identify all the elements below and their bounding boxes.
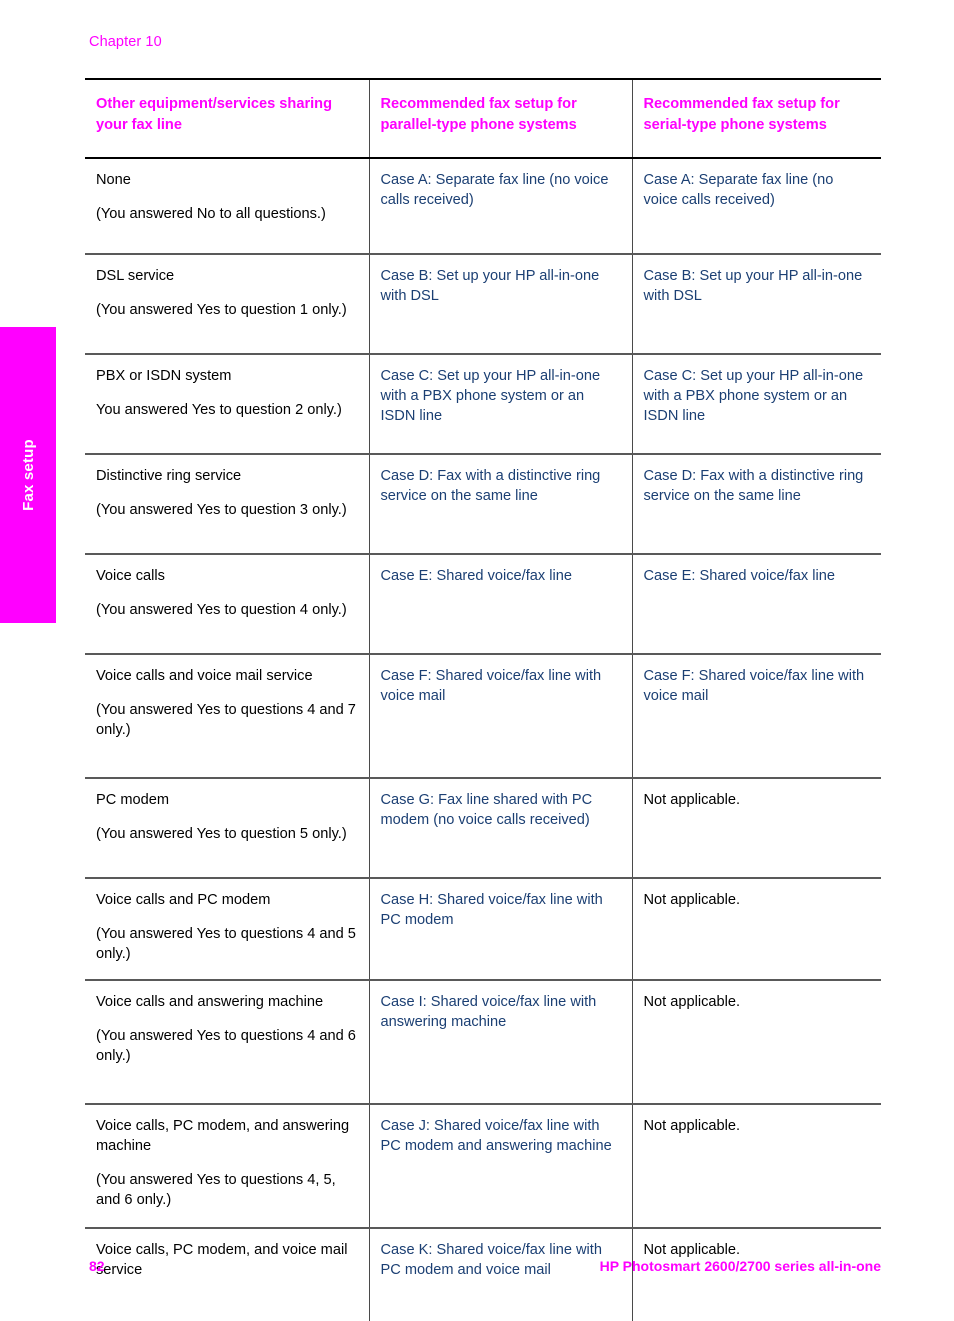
serial-not-applicable: Not applicable.	[643, 892, 741, 909]
cell-parallel-recommendation[interactable]: Case H: Shared voice/fax line with PC mo…	[368, 878, 632, 981]
equipment-qualifier: (You answered Yes to question 4 only.)	[96, 602, 347, 619]
parallel-case-link[interactable]: Case E: Shared voice/fax line	[381, 567, 620, 587]
serial-case-link[interactable]: Case F: Shared voice/fax line with voice…	[644, 667, 870, 707]
cell-parallel-recommendation[interactable]: Case J: Shared voice/fax line with PC mo…	[368, 1103, 632, 1229]
column-header-equipment: Other equipment/services sharing your fa…	[85, 77, 369, 160]
footer-page-number: 82	[89, 1258, 105, 1274]
parallel-case-link[interactable]: Case I: Shared voice/fax line with answe…	[381, 993, 620, 1033]
side-tab-fax-setup: Fax setup	[0, 327, 56, 623]
cell-equipment: PC modem (You answered Yes to question 5 …	[85, 778, 369, 880]
cell-parallel-recommendation[interactable]: Case K: Shared voice/fax line with PC mo…	[368, 1227, 632, 1321]
cell-parallel-recommendation[interactable]: Case C: Set up your HP all-in-one with a…	[368, 354, 632, 456]
cell-parallel-recommendation[interactable]: Case A: Separate fax line (no voice call…	[368, 158, 632, 256]
serial-case-link[interactable]: Case A: Separate fax line (no voice call…	[644, 171, 870, 211]
parallel-case-link[interactable]: Case J: Shared voice/fax line with PC mo…	[381, 1117, 620, 1157]
table-row: Voice calls and answering machine (You an…	[85, 979, 881, 1105]
table-row: Voice calls, PC modem, and answering mac…	[85, 1103, 881, 1229]
table-row: DSL service (You answered Yes to question…	[85, 254, 881, 356]
parallel-case-link[interactable]: Case C: Set up your HP all-in-one with a…	[381, 367, 620, 427]
equipment-qualifier: You answered Yes to question 2 only.)	[96, 402, 342, 419]
equipment-name: Voice calls and voice mail service	[96, 668, 313, 685]
cell-equipment: None (You answered No to all questions.)	[85, 158, 369, 256]
serial-case-link[interactable]: Case B: Set up your HP all-in-one with D…	[644, 267, 870, 307]
parallel-case-link[interactable]: Case A: Separate fax line (no voice call…	[381, 171, 620, 211]
cell-serial-recommendation[interactable]: Case F: Shared voice/fax line with voice…	[631, 654, 881, 780]
table-row: None (You answered No to all questions.) C…	[85, 158, 881, 256]
serial-not-applicable: Not applicable.	[643, 993, 741, 1010]
equipment-name: DSL service	[96, 268, 175, 285]
equipment-name: None	[96, 172, 131, 189]
cell-parallel-recommendation[interactable]: Case B: Set up your HP all-in-one with D…	[368, 254, 632, 356]
parallel-case-link[interactable]: Case H: Shared voice/fax line with PC mo…	[381, 891, 620, 931]
cell-equipment: Voice calls and voice mail service (You a…	[85, 654, 369, 780]
cell-parallel-recommendation[interactable]: Case D: Fax with a distinctive ring serv…	[368, 454, 632, 556]
cell-serial-recommendation: Not applicable.	[631, 778, 881, 880]
cell-serial-recommendation[interactable]: Case E: Shared voice/fax line	[631, 554, 881, 656]
equipment-qualifier: (You answered Yes to questions 4, 5, and…	[96, 1171, 336, 1208]
equipment-name: PBX or ISDN system	[96, 368, 232, 385]
footer-product-name: HP Photosmart 2600/2700 series all-in-on…	[599, 1258, 881, 1274]
cell-serial-recommendation: Not applicable.	[631, 878, 881, 981]
cell-equipment: PBX or ISDN system You answered Yes to qu…	[85, 354, 369, 456]
equipment-qualifier: (You answered Yes to question 3 only.)	[96, 502, 347, 519]
cell-equipment: Voice calls (You answered Yes to question…	[85, 554, 369, 656]
equipment-qualifier: (You answered No to all questions.)	[96, 206, 326, 223]
cell-equipment: Voice calls and PC modem (You answered Ye…	[85, 878, 369, 981]
cell-serial-recommendation: Not applicable.	[631, 979, 881, 1105]
cell-equipment: Distinctive ring service (You answered Ye…	[85, 454, 369, 556]
equipment-qualifier: (You answered Yes to questions 4 and 6 o…	[96, 1027, 356, 1064]
table-row: PC modem (You answered Yes to question 5 …	[85, 778, 881, 880]
parallel-case-link[interactable]: Case D: Fax with a distinctive ring serv…	[381, 467, 620, 507]
equipment-name: Voice calls, PC modem, and voice mail se…	[96, 1241, 348, 1278]
table-row: Voice calls, PC modem, and voice mail se…	[85, 1227, 881, 1321]
table-row: Distinctive ring service (You answered Ye…	[85, 454, 881, 556]
table-row: Voice calls and voice mail service (You a…	[85, 654, 881, 780]
fax-setup-table: Other equipment/services sharing your fa…	[85, 77, 881, 1321]
equipment-qualifier: (You answered Yes to questions 4 and 7 o…	[96, 702, 356, 739]
serial-not-applicable: Not applicable.	[643, 1117, 741, 1134]
cell-equipment: DSL service (You answered Yes to question…	[85, 254, 369, 356]
document-page: Chapter 10 Fax setup Other equipment/ser…	[0, 0, 954, 1321]
column-header-serial: Recommended fax setup for serial-type ph…	[631, 77, 881, 160]
cell-equipment: Voice calls, PC modem, and voice mail se…	[85, 1227, 369, 1321]
table-header-row: Other equipment/services sharing your fa…	[85, 77, 881, 160]
side-tab-label: Fax setup	[19, 439, 37, 511]
parallel-case-link[interactable]: Case F: Shared voice/fax line with voice…	[381, 667, 620, 707]
column-header-parallel: Recommended fax setup for parallel-type …	[368, 77, 632, 160]
equipment-qualifier: (You answered Yes to question 1 only.)	[96, 302, 347, 319]
serial-case-link[interactable]: Case E: Shared voice/fax line	[644, 567, 870, 587]
serial-case-link[interactable]: Case C: Set up your HP all-in-one with a…	[644, 367, 870, 427]
equipment-name: Voice calls	[96, 568, 165, 585]
cell-serial-recommendation[interactable]: Case A: Separate fax line (no voice call…	[631, 158, 881, 256]
equipment-qualifier: (You answered Yes to question 5 only.)	[96, 826, 347, 843]
cell-parallel-recommendation[interactable]: Case F: Shared voice/fax line with voice…	[368, 654, 632, 780]
cell-serial-recommendation: Not applicable.	[631, 1103, 881, 1229]
equipment-name: Distinctive ring service	[96, 468, 242, 485]
cell-serial-recommendation[interactable]: Case D: Fax with a distinctive ring serv…	[631, 454, 881, 556]
cell-parallel-recommendation[interactable]: Case E: Shared voice/fax line	[368, 554, 632, 656]
table-row: Voice calls and PC modem (You answered Ye…	[85, 878, 881, 981]
table-row: Voice calls (You answered Yes to question…	[85, 554, 881, 656]
cell-parallel-recommendation[interactable]: Case I: Shared voice/fax line with answe…	[368, 979, 632, 1105]
chapter-label: Chapter 10	[89, 34, 162, 50]
parallel-case-link[interactable]: Case B: Set up your HP all-in-one with D…	[381, 267, 620, 307]
cell-equipment: Voice calls, PC modem, and answering mac…	[85, 1103, 369, 1229]
parallel-case-link[interactable]: Case K: Shared voice/fax line with PC mo…	[381, 1241, 620, 1281]
equipment-name: Voice calls, PC modem, and answering mac…	[96, 1117, 350, 1154]
parallel-case-link[interactable]: Case G: Fax line shared with PC modem (n…	[381, 791, 620, 831]
serial-case-link[interactable]: Case D: Fax with a distinctive ring serv…	[644, 467, 870, 507]
equipment-qualifier: (You answered Yes to questions 4 and 5 o…	[96, 926, 356, 963]
table-body: None (You answered No to all questions.) C…	[85, 158, 881, 1321]
equipment-name: Voice calls and answering machine	[96, 993, 324, 1010]
equipment-name: PC modem	[96, 792, 169, 809]
equipment-name: Voice calls and PC modem	[96, 892, 271, 909]
serial-not-applicable: Not applicable.	[643, 792, 741, 809]
cell-equipment: Voice calls and answering machine (You an…	[85, 979, 369, 1105]
cell-parallel-recommendation[interactable]: Case G: Fax line shared with PC modem (n…	[368, 778, 632, 880]
cell-serial-recommendation[interactable]: Case B: Set up your HP all-in-one with D…	[631, 254, 881, 356]
table-row: PBX or ISDN system You answered Yes to qu…	[85, 354, 881, 456]
cell-serial-recommendation[interactable]: Case C: Set up your HP all-in-one with a…	[631, 354, 881, 456]
table-header: Other equipment/services sharing your fa…	[85, 77, 881, 160]
cell-serial-recommendation: Not applicable.	[631, 1227, 881, 1321]
